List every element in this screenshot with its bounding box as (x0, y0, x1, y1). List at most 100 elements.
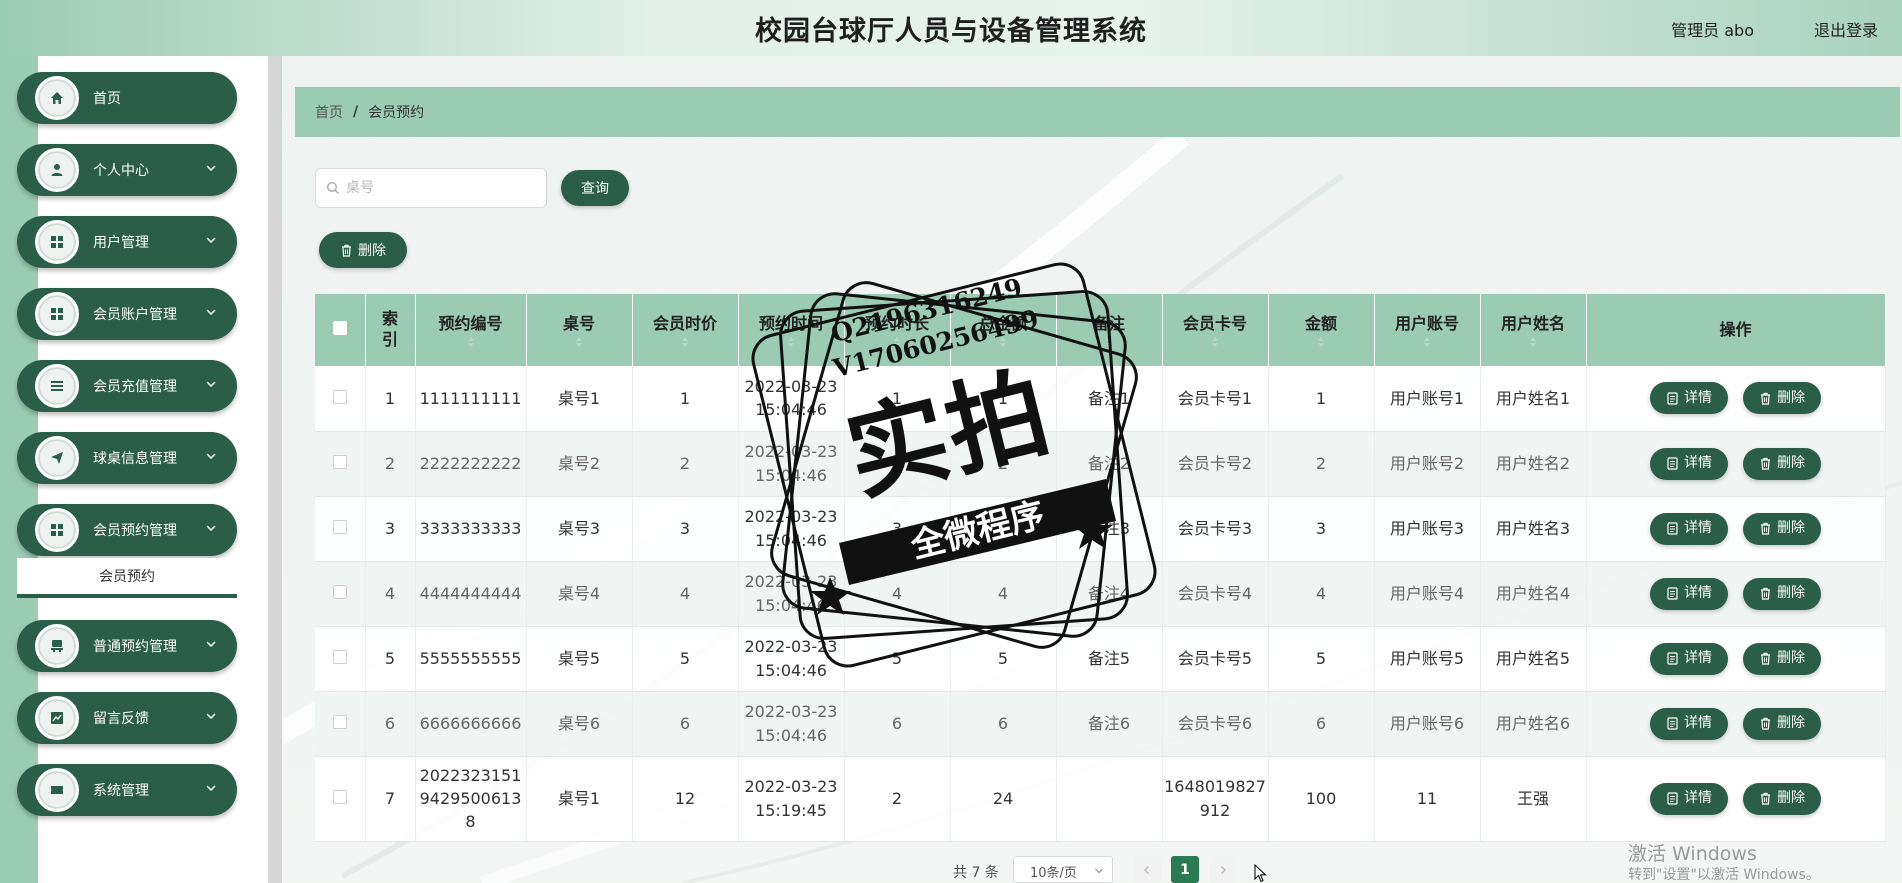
detail-label: 详情 (1684, 650, 1712, 667)
row-delete-button[interactable]: 删除 (1743, 642, 1821, 675)
column-header-label: 会员卡号 (1182, 313, 1247, 333)
prev-page-button[interactable] (1133, 856, 1161, 883)
breadcrumb-current: 会员预约 (368, 105, 425, 121)
sidebar-item-member-account[interactable]: 会员账户管理 (17, 288, 237, 340)
row-checkbox[interactable] (332, 389, 347, 404)
table-cell: 100 (1268, 756, 1375, 842)
detail-label: 详情 (1684, 455, 1712, 472)
query-button[interactable]: 查询 (561, 170, 629, 206)
select-all-checkbox[interactable] (332, 320, 347, 335)
table-cell: 5555555555 (415, 626, 527, 692)
actions-cell: 详情 删除 (1586, 691, 1886, 757)
breadcrumb-home[interactable]: 首页 (315, 102, 343, 122)
page-number-1[interactable]: 1 (1171, 856, 1199, 883)
table-cell: 2022-03-23 15:04:46 (738, 496, 845, 562)
sidebar-item-member-booking[interactable]: 会员预约管理 (17, 504, 237, 556)
detail-label: 详情 (1684, 790, 1712, 807)
table-cell: 3 (1268, 496, 1375, 562)
table-cell: 用户账号2 (1374, 431, 1481, 497)
detail-button[interactable]: 详情 (1650, 782, 1728, 815)
table-cell: 2 (950, 431, 1057, 497)
sidebar-item-table-info[interactable]: 球桌信息管理 (17, 432, 237, 484)
row-checkbox[interactable] (332, 649, 347, 664)
row-delete-button[interactable]: 删除 (1743, 782, 1821, 815)
sidebar-item-label: 首页 (93, 91, 121, 107)
sidebar-item-user-management[interactable]: 用户管理 (17, 216, 237, 268)
detail-button[interactable]: 详情 (1650, 642, 1728, 675)
column-header[interactable]: 用户姓名 (1480, 294, 1587, 366)
row-delete-button[interactable]: 删除 (1743, 707, 1821, 740)
search-field[interactable] (315, 168, 547, 208)
batch-delete-button[interactable]: 删除 (319, 232, 407, 268)
column-header[interactable]: 备注 (1056, 294, 1163, 366)
page-size-select[interactable]: 10条/页 (1013, 856, 1113, 883)
table-cell: 4 (950, 561, 1057, 627)
detail-button[interactable]: 详情 (1650, 447, 1728, 480)
row-delete-button[interactable]: 删除 (1743, 447, 1821, 480)
detail-button[interactable]: 详情 (1650, 512, 1728, 545)
table-cell: 用户姓名5 (1480, 626, 1587, 692)
table-cell: 桌号1 (526, 756, 633, 842)
sidebar-item-system[interactable]: 系统管理 (17, 764, 237, 816)
sort-icon (1530, 337, 1536, 348)
table-cell: 1 (1268, 366, 1375, 432)
logout-link[interactable]: 退出登录 (1814, 17, 1878, 41)
row-checkbox[interactable] (332, 789, 347, 804)
detail-label: 详情 (1684, 715, 1712, 732)
detail-button[interactable]: 详情 (1650, 707, 1728, 740)
row-delete-label: 删除 (1777, 790, 1805, 807)
actions-cell: 详情 删除 (1586, 431, 1886, 497)
row-delete-button[interactable]: 删除 (1743, 577, 1821, 610)
row-select-cell (315, 691, 366, 757)
sidebar-item-feedback[interactable]: 留言反馈 (17, 692, 237, 744)
column-header-label: 会员时价 (652, 313, 717, 333)
chair-icon (35, 624, 79, 668)
chevron-down-icon (206, 785, 216, 792)
detail-button[interactable]: 详情 (1650, 382, 1728, 415)
detail-button[interactable]: 详情 (1650, 577, 1728, 610)
sort-icon (894, 337, 900, 348)
row-checkbox[interactable] (332, 714, 347, 729)
sort-icon (1212, 337, 1218, 348)
column-header[interactable]: 用户账号 (1374, 294, 1481, 366)
chevron-down-icon (206, 525, 216, 532)
table-header-row: 索引 预约编号 桌号 会员时价 预约时间 预约时长 总金额 备注 会员卡号 金额… (315, 294, 1886, 366)
sidebar-item-home[interactable]: 首页 (17, 72, 237, 124)
column-header[interactable]: 会员时价 (632, 294, 739, 366)
row-delete-button[interactable]: 删除 (1743, 382, 1821, 415)
row-checkbox[interactable] (332, 454, 347, 469)
table-cell: 备注5 (1056, 626, 1163, 692)
next-page-button[interactable] (1209, 856, 1237, 883)
windows-activation-title: 激活 Windows (1628, 843, 1757, 865)
search-input[interactable] (346, 180, 536, 196)
sidebar-item-label: 球桌信息管理 (93, 451, 177, 467)
column-header[interactable]: 预约编号 (415, 294, 527, 366)
row-checkbox[interactable] (332, 519, 347, 534)
column-header-label: 备注 (1092, 313, 1125, 333)
table-row: 2 2222222222 桌号2 2 2022-03-23 15:04:46 2 2 备注2 会… (315, 431, 1886, 497)
table-cell: 桌号6 (526, 691, 633, 757)
sidebar-item-member-recharge[interactable]: 会员充值管理 (17, 360, 237, 412)
chevron-down-icon (206, 713, 216, 720)
column-header[interactable]: 桌号 (526, 294, 633, 366)
table-cell: 用户账号6 (1374, 691, 1481, 757)
table-cell: 6 (950, 691, 1057, 757)
chevron-right-icon (1221, 865, 1226, 874)
sidebar-item-normal-booking[interactable]: 普通预约管理 (17, 620, 237, 672)
column-header[interactable]: 总金额 (950, 294, 1057, 366)
row-checkbox[interactable] (332, 584, 347, 599)
sidebar-item-personal-center[interactable]: 个人中心 (17, 144, 237, 196)
table-cell: 桌号4 (526, 561, 633, 627)
column-header[interactable]: 会员卡号 (1162, 294, 1269, 366)
row-delete-button[interactable]: 删除 (1743, 512, 1821, 545)
column-header[interactable]: 预约时长 (844, 294, 951, 366)
chevron-down-icon (1095, 868, 1103, 874)
row-select-cell (315, 626, 366, 692)
table-cell: 桌号1 (526, 366, 633, 432)
sidebar: 首页 个人中心 用户管理 会员账户管理 会员充值管理 球桌信息管理 会员预约管理… (0, 56, 282, 883)
submenu-item-member-booking[interactable]: 会员预约 (17, 558, 237, 598)
table-cell: 6 (365, 691, 416, 757)
page-size-value: 10条/页 (1030, 866, 1077, 881)
column-header[interactable]: 预约时间 (738, 294, 845, 366)
column-header[interactable]: 金额 (1268, 294, 1375, 366)
